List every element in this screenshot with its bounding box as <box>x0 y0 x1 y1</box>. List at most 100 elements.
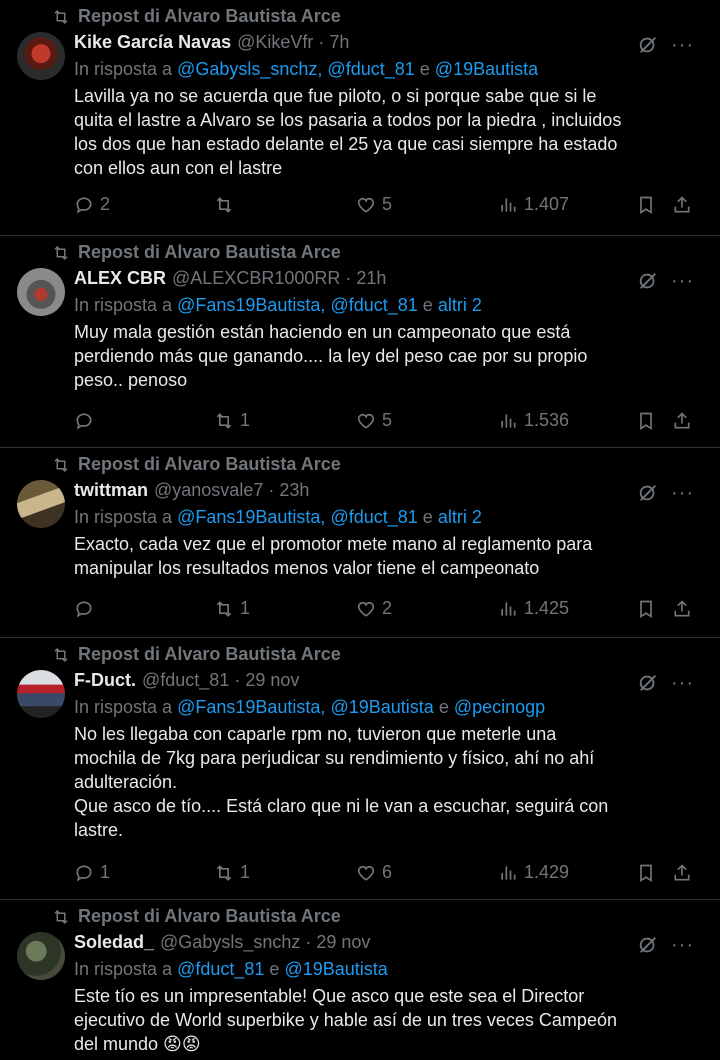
avatar[interactable] <box>17 480 65 528</box>
reply-button[interactable] <box>74 599 214 619</box>
more-options-icon[interactable]: ··· <box>671 35 694 55</box>
share-icon <box>674 195 690 212</box>
repost-icon <box>54 245 68 260</box>
repost-icon <box>216 864 232 881</box>
mention-link[interactable]: @fduct_81 <box>177 959 264 979</box>
mention-link[interactable]: @19Bautista <box>435 59 538 79</box>
grok-icon[interactable] <box>637 270 659 292</box>
timeline-feed: Repost di Alvaro Bautista Arce Kike Garc… <box>0 0 720 1060</box>
views-button[interactable]: 1.429 <box>498 862 636 883</box>
repost-button[interactable]: 1 <box>214 598 356 619</box>
mention-link[interactable]: @Fans19Bautista, <box>177 697 325 717</box>
like-button[interactable]: 5 <box>356 410 498 431</box>
repost-icon <box>54 647 68 662</box>
tweet[interactable]: Repost di Alvaro Bautista Arce Soledad_ … <box>0 900 720 1060</box>
avatar[interactable] <box>17 268 65 316</box>
heart-icon <box>357 413 375 429</box>
share-icon <box>674 863 690 880</box>
tweet-text: Exacto, cada vez que el promotor mete ma… <box>74 534 593 578</box>
bookmark-button[interactable] <box>636 411 672 431</box>
heart-icon <box>357 601 375 617</box>
like-button[interactable]: 2 <box>356 598 498 619</box>
repost-icon <box>216 196 232 213</box>
avatar[interactable] <box>17 932 65 980</box>
share-button[interactable] <box>672 195 692 215</box>
repost-indicator: Repost di Alvaro Bautista Arce <box>52 644 341 665</box>
author-name[interactable]: Kike García Navas <box>74 32 231 53</box>
mention-link[interactable]: @fduct_81 <box>330 507 417 527</box>
reply-button[interactable]: 2 <box>74 194 214 215</box>
tweet[interactable]: Repost di Alvaro Bautista Arce Kike Garc… <box>0 0 720 236</box>
tweet[interactable]: Repost di Alvaro Bautista Arce ALEX CBR … <box>0 236 720 448</box>
tweet[interactable]: Repost di Alvaro Bautista Arce F-Duct. @… <box>0 638 720 900</box>
author-handle[interactable]: @yanosvale7 · 23h <box>154 480 309 501</box>
repost-button[interactable] <box>214 195 356 215</box>
mention-link[interactable]: @Gabysls_snchz, <box>177 59 322 79</box>
author-name[interactable]: F-Duct. <box>74 670 136 691</box>
reply-button[interactable] <box>74 411 214 431</box>
tweet-text: Muy mala gestión están haciendo en un ca… <box>74 322 588 390</box>
like-button[interactable]: 5 <box>356 194 498 215</box>
grok-icon[interactable] <box>637 34 659 56</box>
author-name[interactable]: twittman <box>74 480 148 501</box>
avatar[interactable] <box>17 670 65 718</box>
analytics-icon <box>501 601 516 616</box>
reply-button[interactable]: 1 <box>74 862 214 883</box>
analytics-icon <box>501 865 516 880</box>
mention-link[interactable]: altri 2 <box>438 507 482 527</box>
author-handle[interactable]: @Gabysls_snchz · 29 nov <box>160 932 370 953</box>
views-button[interactable]: 1.536 <box>498 410 636 431</box>
mention-link[interactable]: @19Bautista <box>284 959 387 979</box>
avatar[interactable] <box>17 32 65 80</box>
tweet-text: Este tío es un impresentable! Que asco q… <box>74 986 617 1054</box>
repost-button[interactable]: 1 <box>214 862 356 883</box>
mention-link[interactable]: @pecinogp <box>454 697 545 717</box>
tweet-text: No les llegaba con caparle rpm no, tuvie… <box>74 724 609 840</box>
mention-link[interactable]: @Fans19Bautista, <box>177 295 325 315</box>
repost-icon <box>54 909 68 924</box>
tweet[interactable]: Repost di Alvaro Bautista Arce twittman … <box>0 448 720 638</box>
share-icon <box>674 599 690 616</box>
heart-icon <box>357 865 375 881</box>
grok-icon[interactable] <box>637 672 659 694</box>
share-button[interactable] <box>672 863 692 883</box>
author-name[interactable]: Soledad_ <box>74 932 154 953</box>
repost-icon <box>54 457 68 472</box>
bookmark-icon <box>640 412 652 430</box>
repost-indicator: Repost di Alvaro Bautista Arce <box>52 242 341 263</box>
bookmark-button[interactable] <box>636 195 672 215</box>
repost-indicator: Repost di Alvaro Bautista Arce <box>52 6 341 27</box>
bookmark-button[interactable] <box>636 863 672 883</box>
more-options-icon[interactable]: ··· <box>671 271 694 291</box>
repost-button[interactable]: 1 <box>214 410 356 431</box>
more-options-icon[interactable]: ··· <box>671 673 694 693</box>
share-button[interactable] <box>672 599 692 619</box>
author-handle[interactable]: @ALEXCBR1000RR · 21h <box>172 268 386 289</box>
repost-icon <box>54 9 68 24</box>
mention-link[interactable]: @fduct_81 <box>330 295 417 315</box>
bookmark-icon <box>640 864 652 882</box>
reply-icon <box>76 864 92 881</box>
like-button[interactable]: 6 <box>356 862 498 883</box>
bookmark-button[interactable] <box>636 599 672 619</box>
reply-context: In risposta a @Fans19Bautista, @19Bautis… <box>74 697 546 717</box>
grok-icon[interactable] <box>637 934 659 956</box>
reply-icon <box>76 412 92 429</box>
mention-link[interactable]: @fduct_81 <box>327 59 414 79</box>
reply-context: In risposta a @Gabysls_snchz, @fduct_81 … <box>74 59 539 79</box>
author-handle[interactable]: @KikeVfr · 7h <box>237 32 349 53</box>
author-handle[interactable]: @fduct_81 · 29 nov <box>142 670 299 691</box>
share-button[interactable] <box>672 411 692 431</box>
reply-context: In risposta a @fduct_81 e @19Bautista <box>74 959 388 979</box>
grok-icon[interactable] <box>637 482 659 504</box>
views-button[interactable]: 1.407 <box>498 194 636 215</box>
mention-link[interactable]: @Fans19Bautista, <box>177 507 325 527</box>
author-name[interactable]: ALEX CBR <box>74 268 166 289</box>
repost-icon <box>216 600 232 617</box>
mention-link[interactable]: @19Bautista <box>330 697 433 717</box>
more-options-icon[interactable]: ··· <box>671 935 694 955</box>
more-options-icon[interactable]: ··· <box>671 483 694 503</box>
reply-context: In risposta a @Fans19Bautista, @fduct_81… <box>74 507 482 527</box>
views-button[interactable]: 1.425 <box>498 598 636 619</box>
mention-link[interactable]: altri 2 <box>438 295 482 315</box>
